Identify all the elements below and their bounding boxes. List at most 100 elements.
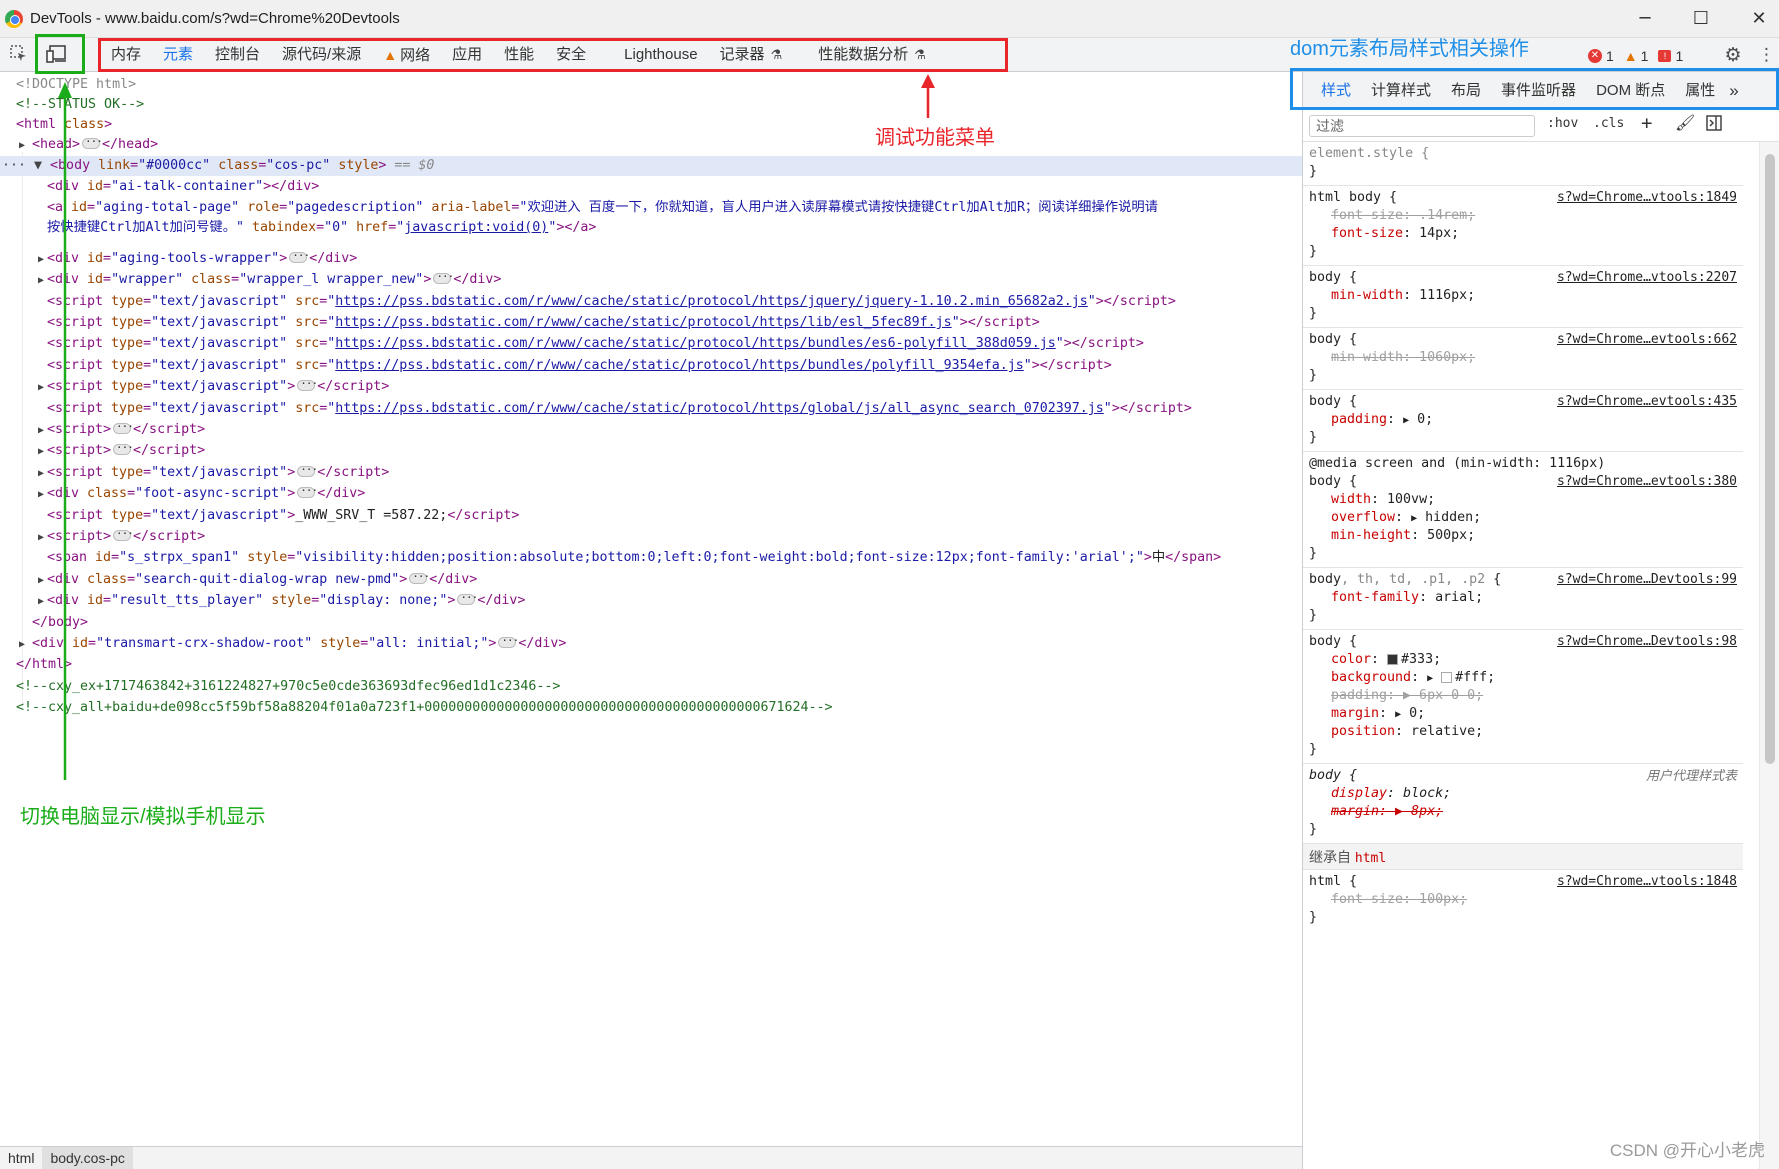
expand-triangle-icon[interactable]: ▶ xyxy=(38,489,44,500)
breadcrumb-html[interactable]: html xyxy=(0,1147,42,1169)
css-property[interactable]: margin: ▶ 8px; xyxy=(1309,803,1737,821)
script-src-link[interactable]: https://pss.bdstatic.com/r/www/cache/sta… xyxy=(335,358,1023,373)
css-property[interactable]: min-height: 500px; xyxy=(1309,527,1737,545)
css-property[interactable]: min-width: 1116px; xyxy=(1309,287,1737,305)
rule-body-2207[interactable]: body { s?wd=Chrome…vtools:2207 min-width… xyxy=(1303,266,1743,328)
tab-console[interactable]: 控制台 xyxy=(204,38,271,72)
dom-node-aging-total[interactable]: <a id="aging-total-page" role="pagedescr… xyxy=(47,198,1158,218)
dom-node-script-type[interactable]: <script type="text/javascript"></script> xyxy=(47,460,389,483)
rule-body-380[interactable]: @media screen and (min-width: 1116px) bo… xyxy=(1303,452,1743,568)
css-property[interactable]: min-width: 1060px; xyxy=(1309,349,1737,367)
color-swatch[interactable] xyxy=(1441,671,1453,683)
css-property[interactable]: font-size: 14px; xyxy=(1309,225,1737,243)
script-src-link[interactable]: https://pss.bdstatic.com/r/www/cache/sta… xyxy=(335,401,1104,416)
tab-recorder[interactable]: 记录器 ⚗ xyxy=(709,38,794,72)
error-badge[interactable]: ✕ 1 xyxy=(1588,48,1614,64)
rule-body-662[interactable]: body { s?wd=Chrome…evtools:662 min-width… xyxy=(1303,328,1743,390)
rule-body-99[interactable]: body, th, td, .p1, .p2 { s?wd=Chrome…Dev… xyxy=(1303,568,1743,630)
dom-node-ai-talk[interactable]: <div id="ai-talk-container"></div> xyxy=(47,177,319,197)
rule-element-style[interactable]: element.style { } xyxy=(1303,142,1743,186)
tab-event-listeners[interactable]: 事件监听器 xyxy=(1491,72,1586,110)
rule-body-98[interactable]: body { s?wd=Chrome…Devtools:98 color: #3… xyxy=(1303,630,1743,764)
href-link[interactable]: javascript:void(0) xyxy=(404,220,548,235)
dom-node-wrapper[interactable]: <div id="wrapper" class="wrapper_l wrapp… xyxy=(47,267,501,290)
status-comment[interactable]: <!--STATUS OK--> xyxy=(16,95,144,115)
sidebar-toggle-icon[interactable] xyxy=(1705,114,1723,136)
expand-triangle-icon[interactable]: ▶ xyxy=(38,275,44,286)
dom-node-script-polyfill[interactable]: <script type="text/javascript" src="http… xyxy=(47,356,1112,376)
tab-memory[interactable]: 内存 xyxy=(100,38,152,72)
tab-lighthouse[interactable]: Lighthouse xyxy=(613,38,708,72)
dom-node-search-quit[interactable]: <div class="search-quit-dialog-wrap new-… xyxy=(47,567,477,590)
expand-triangle-icon[interactable]: ▶ xyxy=(38,468,44,479)
expand-triangle-icon[interactable]: ▶ xyxy=(38,446,44,457)
css-property[interactable]: overflow: ▶ hidden; xyxy=(1309,509,1737,527)
expand-triangle-icon[interactable]: ▶ xyxy=(38,254,44,265)
dom-node-script-es6[interactable]: <script type="text/javascript" src="http… xyxy=(47,334,1144,354)
rule-source-link[interactable]: s?wd=Chrome…evtools:380 xyxy=(1557,473,1737,491)
warning-badge[interactable]: ▲ 1 xyxy=(1624,48,1649,64)
dom-node-script-esl[interactable]: <script type="text/javascript" src="http… xyxy=(47,313,1040,333)
kebab-menu-icon[interactable]: ⋮ xyxy=(1758,44,1775,66)
css-property[interactable]: position: relative; xyxy=(1309,723,1737,741)
double-chevron-right-icon[interactable]: » xyxy=(1725,72,1742,110)
dom-node-script-async[interactable]: <script type="text/javascript" src="http… xyxy=(47,399,1192,419)
rule-source-link[interactable]: s?wd=Chrome…vtools:2207 xyxy=(1557,269,1737,287)
styles-scrollbar[interactable] xyxy=(1759,142,1779,1169)
scrollbar-thumb[interactable] xyxy=(1765,154,1775,764)
issue-badges[interactable]: ✕ 1 ▲ 1 ! 1 xyxy=(1588,46,1693,66)
rule-source-link[interactable]: s?wd=Chrome…Devtools:99 xyxy=(1557,571,1737,589)
tab-computed[interactable]: 计算样式 xyxy=(1361,72,1441,110)
expand-triangle-icon[interactable]: ▶ xyxy=(38,425,44,436)
filter-input[interactable]: 过滤 xyxy=(1309,115,1535,137)
dom-node-span-strpx[interactable]: <span id="s_strpx_span1" style="visibili… xyxy=(47,548,1221,568)
css-property[interactable]: font-size: 100px; xyxy=(1309,891,1737,909)
css-property[interactable]: padding: ▶ 6px 0 0; xyxy=(1309,687,1737,705)
rule-html-1848[interactable]: html { s?wd=Chrome…vtools:1848 font-size… xyxy=(1303,870,1743,931)
comment-cxy-all[interactable]: <!--cxy_all+baidu+de098cc5f59bf58a88204f… xyxy=(16,698,833,718)
expand-triangle-icon[interactable]: ▶ xyxy=(19,140,25,151)
doctype-line[interactable]: <!DOCTYPE html> xyxy=(16,75,136,95)
dom-node-transmart[interactable]: <div id="transmart-crx-shadow-root" styl… xyxy=(32,631,566,654)
tab-styles[interactable]: 样式 xyxy=(1311,72,1361,110)
dom-node-script-inline[interactable]: <script type="text/javascript"></script> xyxy=(47,374,389,397)
expand-triangle-icon[interactable]: ▶ xyxy=(38,575,44,586)
inherited-from[interactable]: html xyxy=(1355,851,1386,866)
tab-security[interactable]: 安全 xyxy=(545,38,597,72)
rule-body-ua[interactable]: body { 用户代理样式表 display: block; margin: ▶… xyxy=(1303,764,1743,844)
issues-badge[interactable]: ! 1 xyxy=(1658,48,1683,64)
css-property[interactable]: display: block; xyxy=(1309,785,1737,803)
tab-layout[interactable]: 布局 xyxy=(1441,72,1491,110)
tab-properties[interactable]: 属性 xyxy=(1675,72,1725,110)
rule-source-link[interactable]: s?wd=Chrome…vtools:1848 xyxy=(1557,873,1737,891)
head-line[interactable]: <head></head> xyxy=(32,132,158,155)
script-src-link[interactable]: https://pss.bdstatic.com/r/www/cache/sta… xyxy=(335,294,1088,309)
tab-application[interactable]: 应用 xyxy=(441,38,493,72)
tab-dom-breakpoints[interactable]: DOM 断点 xyxy=(1586,72,1675,110)
css-property[interactable]: background: ▶ #fff; xyxy=(1309,669,1737,687)
tab-sources[interactable]: 源代码/来源 xyxy=(271,38,372,72)
dom-node-foot-async[interactable]: <div class="foot-async-script"></div> xyxy=(47,481,365,504)
breadcrumb-body[interactable]: body.cos-pc xyxy=(42,1147,133,1169)
inspect-element-icon[interactable] xyxy=(8,44,30,66)
maximize-icon[interactable]: ☐ xyxy=(1688,6,1714,32)
css-property[interactable]: font-family: arial; xyxy=(1309,589,1737,607)
dom-node-aging-tools[interactable]: <div id="aging-tools-wrapper"></div> xyxy=(47,246,357,269)
tab-performance-insights[interactable]: 性能数据分析 ⚗ xyxy=(807,38,937,72)
tab-network[interactable]: ▲ 网络 xyxy=(372,38,441,72)
close-icon[interactable]: ✕ xyxy=(1746,6,1772,32)
color-swatch[interactable] xyxy=(1387,653,1399,665)
dom-node-result-tts[interactable]: <div id="result_tts_player" style="displ… xyxy=(47,588,525,611)
rule-source-link[interactable]: s?wd=Chrome…evtools:662 xyxy=(1557,331,1737,349)
tab-elements[interactable]: 元素 xyxy=(152,38,204,72)
script-src-link[interactable]: https://pss.bdstatic.com/r/www/cache/sta… xyxy=(335,315,951,330)
expand-triangle-icon[interactable]: ▶ xyxy=(38,596,44,607)
rule-source-link[interactable]: s?wd=Chrome…evtools:435 xyxy=(1557,393,1737,411)
expand-triangle-icon[interactable]: ▶ xyxy=(38,532,44,543)
css-property[interactable]: padding: ▶ 0; xyxy=(1309,411,1737,429)
css-property[interactable]: font-size: .14rem; xyxy=(1309,207,1737,225)
rule-body-435[interactable]: body { s?wd=Chrome…evtools:435 padding: … xyxy=(1303,390,1743,452)
dom-node-aging-total-cont[interactable]: 按快捷键Ctrl加Alt加问号键。" tabindex="0" href="ja… xyxy=(47,218,596,238)
tab-performance[interactable]: 性能 xyxy=(493,38,545,72)
body-line-selected[interactable]: ··· ▼ <body link="#0000cc" class="cos-pc… xyxy=(0,156,1302,176)
